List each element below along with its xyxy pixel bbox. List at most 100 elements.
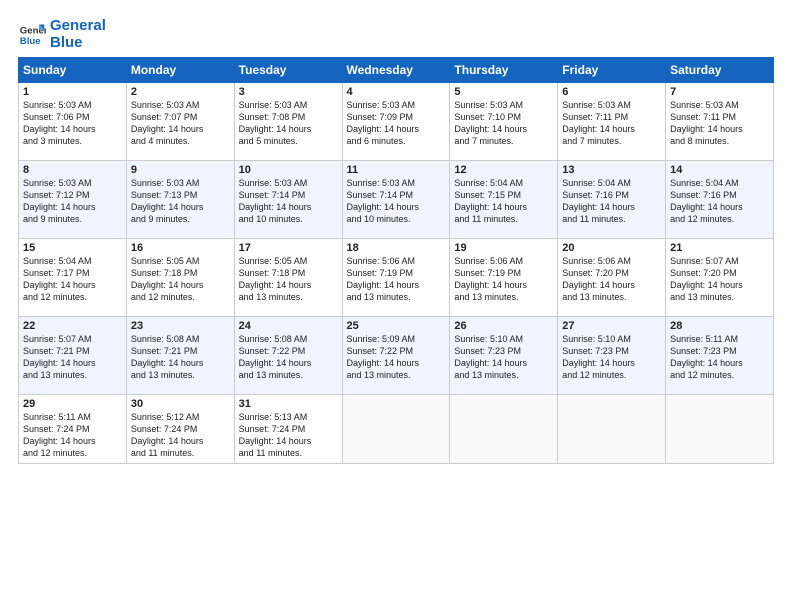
calendar-table: SundayMondayTuesdayWednesdayThursdayFrid… xyxy=(18,57,774,464)
calendar-week-row: 1Sunrise: 5:03 AMSunset: 7:06 PMDaylight… xyxy=(19,83,774,161)
cell-details: Sunrise: 5:03 AMSunset: 7:06 PMDaylight:… xyxy=(23,99,122,148)
calendar-header-saturday: Saturday xyxy=(666,58,774,83)
calendar-cell: 16Sunrise: 5:05 AMSunset: 7:18 PMDayligh… xyxy=(126,239,234,317)
calendar-week-row: 15Sunrise: 5:04 AMSunset: 7:17 PMDayligh… xyxy=(19,239,774,317)
calendar-cell: 15Sunrise: 5:04 AMSunset: 7:17 PMDayligh… xyxy=(19,239,127,317)
calendar-cell: 31Sunrise: 5:13 AMSunset: 7:24 PMDayligh… xyxy=(234,395,342,464)
cell-details: Sunrise: 5:08 AMSunset: 7:21 PMDaylight:… xyxy=(131,333,230,382)
calendar-header-tuesday: Tuesday xyxy=(234,58,342,83)
calendar-cell xyxy=(450,395,558,464)
day-number: 23 xyxy=(131,320,230,332)
day-number: 26 xyxy=(454,320,553,332)
calendar-header-sunday: Sunday xyxy=(19,58,127,83)
logo-icon: General Blue xyxy=(18,21,46,49)
cell-details: Sunrise: 5:04 AMSunset: 7:15 PMDaylight:… xyxy=(454,177,553,226)
day-number: 28 xyxy=(670,320,769,332)
cell-details: Sunrise: 5:06 AMSunset: 7:19 PMDaylight:… xyxy=(347,255,446,304)
day-number: 12 xyxy=(454,164,553,176)
cell-details: Sunrise: 5:11 AMSunset: 7:23 PMDaylight:… xyxy=(670,333,769,382)
calendar-cell: 13Sunrise: 5:04 AMSunset: 7:16 PMDayligh… xyxy=(558,161,666,239)
day-number: 20 xyxy=(562,242,661,254)
cell-details: Sunrise: 5:04 AMSunset: 7:17 PMDaylight:… xyxy=(23,255,122,304)
day-number: 27 xyxy=(562,320,661,332)
cell-details: Sunrise: 5:05 AMSunset: 7:18 PMDaylight:… xyxy=(131,255,230,304)
calendar-cell: 2Sunrise: 5:03 AMSunset: 7:07 PMDaylight… xyxy=(126,83,234,161)
cell-details: Sunrise: 5:03 AMSunset: 7:13 PMDaylight:… xyxy=(131,177,230,226)
cell-details: Sunrise: 5:04 AMSunset: 7:16 PMDaylight:… xyxy=(670,177,769,226)
calendar-header-monday: Monday xyxy=(126,58,234,83)
calendar-cell: 3Sunrise: 5:03 AMSunset: 7:08 PMDaylight… xyxy=(234,83,342,161)
logo: General Blue GeneralBlue xyxy=(18,18,106,51)
cell-details: Sunrise: 5:10 AMSunset: 7:23 PMDaylight:… xyxy=(562,333,661,382)
day-number: 30 xyxy=(131,398,230,410)
calendar-header-wednesday: Wednesday xyxy=(342,58,450,83)
calendar-cell: 26Sunrise: 5:10 AMSunset: 7:23 PMDayligh… xyxy=(450,317,558,395)
day-number: 14 xyxy=(670,164,769,176)
day-number: 6 xyxy=(562,86,661,98)
cell-details: Sunrise: 5:03 AMSunset: 7:12 PMDaylight:… xyxy=(23,177,122,226)
day-number: 4 xyxy=(347,86,446,98)
calendar-cell: 21Sunrise: 5:07 AMSunset: 7:20 PMDayligh… xyxy=(666,239,774,317)
calendar-cell: 1Sunrise: 5:03 AMSunset: 7:06 PMDaylight… xyxy=(19,83,127,161)
calendar-cell xyxy=(666,395,774,464)
day-number: 9 xyxy=(131,164,230,176)
cell-details: Sunrise: 5:03 AMSunset: 7:08 PMDaylight:… xyxy=(239,99,338,148)
calendar-cell: 23Sunrise: 5:08 AMSunset: 7:21 PMDayligh… xyxy=(126,317,234,395)
cell-details: Sunrise: 5:07 AMSunset: 7:21 PMDaylight:… xyxy=(23,333,122,382)
calendar-cell: 18Sunrise: 5:06 AMSunset: 7:19 PMDayligh… xyxy=(342,239,450,317)
day-number: 16 xyxy=(131,242,230,254)
calendar-cell: 5Sunrise: 5:03 AMSunset: 7:10 PMDaylight… xyxy=(450,83,558,161)
day-number: 13 xyxy=(562,164,661,176)
day-number: 21 xyxy=(670,242,769,254)
cell-details: Sunrise: 5:09 AMSunset: 7:22 PMDaylight:… xyxy=(347,333,446,382)
cell-details: Sunrise: 5:13 AMSunset: 7:24 PMDaylight:… xyxy=(239,411,338,460)
cell-details: Sunrise: 5:03 AMSunset: 7:11 PMDaylight:… xyxy=(562,99,661,148)
cell-details: Sunrise: 5:06 AMSunset: 7:19 PMDaylight:… xyxy=(454,255,553,304)
day-number: 31 xyxy=(239,398,338,410)
day-number: 10 xyxy=(239,164,338,176)
day-number: 17 xyxy=(239,242,338,254)
calendar-cell: 17Sunrise: 5:05 AMSunset: 7:18 PMDayligh… xyxy=(234,239,342,317)
calendar-cell: 29Sunrise: 5:11 AMSunset: 7:24 PMDayligh… xyxy=(19,395,127,464)
day-number: 25 xyxy=(347,320,446,332)
cell-details: Sunrise: 5:08 AMSunset: 7:22 PMDaylight:… xyxy=(239,333,338,382)
calendar-cell: 11Sunrise: 5:03 AMSunset: 7:14 PMDayligh… xyxy=(342,161,450,239)
calendar-week-row: 22Sunrise: 5:07 AMSunset: 7:21 PMDayligh… xyxy=(19,317,774,395)
calendar-cell: 30Sunrise: 5:12 AMSunset: 7:24 PMDayligh… xyxy=(126,395,234,464)
day-number: 18 xyxy=(347,242,446,254)
cell-details: Sunrise: 5:03 AMSunset: 7:10 PMDaylight:… xyxy=(454,99,553,148)
calendar-cell: 12Sunrise: 5:04 AMSunset: 7:15 PMDayligh… xyxy=(450,161,558,239)
day-number: 7 xyxy=(670,86,769,98)
calendar-header-row: SundayMondayTuesdayWednesdayThursdayFrid… xyxy=(19,58,774,83)
calendar-cell: 4Sunrise: 5:03 AMSunset: 7:09 PMDaylight… xyxy=(342,83,450,161)
day-number: 15 xyxy=(23,242,122,254)
day-number: 5 xyxy=(454,86,553,98)
calendar-cell: 19Sunrise: 5:06 AMSunset: 7:19 PMDayligh… xyxy=(450,239,558,317)
calendar-cell: 6Sunrise: 5:03 AMSunset: 7:11 PMDaylight… xyxy=(558,83,666,161)
cell-details: Sunrise: 5:07 AMSunset: 7:20 PMDaylight:… xyxy=(670,255,769,304)
cell-details: Sunrise: 5:03 AMSunset: 7:07 PMDaylight:… xyxy=(131,99,230,148)
calendar-cell: 28Sunrise: 5:11 AMSunset: 7:23 PMDayligh… xyxy=(666,317,774,395)
day-number: 1 xyxy=(23,86,122,98)
calendar-cell: 7Sunrise: 5:03 AMSunset: 7:11 PMDaylight… xyxy=(666,83,774,161)
header: General Blue GeneralBlue xyxy=(18,18,774,51)
day-number: 19 xyxy=(454,242,553,254)
cell-details: Sunrise: 5:03 AMSunset: 7:14 PMDaylight:… xyxy=(239,177,338,226)
cell-details: Sunrise: 5:05 AMSunset: 7:18 PMDaylight:… xyxy=(239,255,338,304)
logo-text: GeneralBlue xyxy=(50,18,106,51)
cell-details: Sunrise: 5:04 AMSunset: 7:16 PMDaylight:… xyxy=(562,177,661,226)
calendar-cell: 22Sunrise: 5:07 AMSunset: 7:21 PMDayligh… xyxy=(19,317,127,395)
svg-text:Blue: Blue xyxy=(20,35,41,46)
calendar-cell: 25Sunrise: 5:09 AMSunset: 7:22 PMDayligh… xyxy=(342,317,450,395)
calendar-cell: 8Sunrise: 5:03 AMSunset: 7:12 PMDaylight… xyxy=(19,161,127,239)
cell-details: Sunrise: 5:03 AMSunset: 7:11 PMDaylight:… xyxy=(670,99,769,148)
day-number: 3 xyxy=(239,86,338,98)
calendar-header-thursday: Thursday xyxy=(450,58,558,83)
calendar-cell: 9Sunrise: 5:03 AMSunset: 7:13 PMDaylight… xyxy=(126,161,234,239)
calendar-cell: 14Sunrise: 5:04 AMSunset: 7:16 PMDayligh… xyxy=(666,161,774,239)
cell-details: Sunrise: 5:11 AMSunset: 7:24 PMDaylight:… xyxy=(23,411,122,460)
calendar-cell: 24Sunrise: 5:08 AMSunset: 7:22 PMDayligh… xyxy=(234,317,342,395)
cell-details: Sunrise: 5:10 AMSunset: 7:23 PMDaylight:… xyxy=(454,333,553,382)
day-number: 11 xyxy=(347,164,446,176)
cell-details: Sunrise: 5:03 AMSunset: 7:09 PMDaylight:… xyxy=(347,99,446,148)
